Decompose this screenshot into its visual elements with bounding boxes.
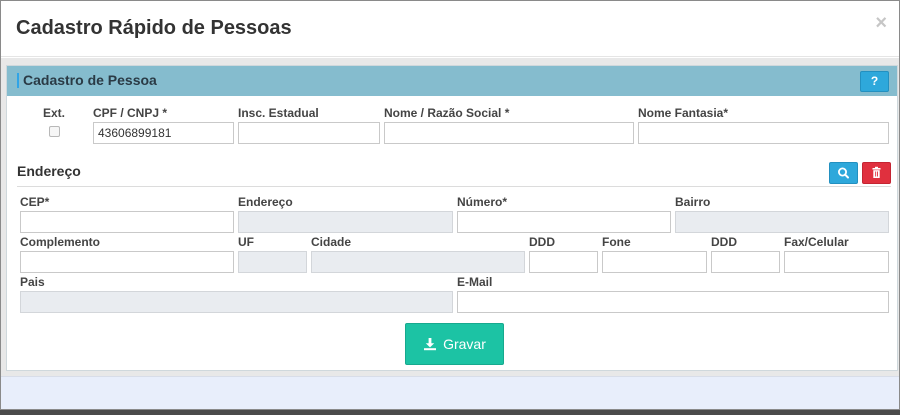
modal-body: Cadastro de Pessoa ? Ext. CPF / CNPJ * 4… [1, 58, 899, 376]
pais-input[interactable] [20, 291, 453, 313]
complemento-label: Complemento [20, 235, 101, 249]
fantasia-label: Nome Fantasia* [638, 106, 729, 120]
endereco-label: Endereço [238, 195, 293, 209]
ddd-label: DDD [529, 235, 555, 249]
search-address-button[interactable] [829, 162, 858, 184]
panel-title: Cadastro de Pessoa [23, 72, 157, 88]
address-section-title: Endereço [17, 163, 81, 179]
complemento-input[interactable] [20, 251, 234, 273]
close-icon[interactable]: × [875, 12, 887, 35]
fone-input[interactable] [602, 251, 707, 273]
heading-accent [17, 73, 19, 88]
ddd2-label: DDD [711, 235, 737, 249]
fax-celular-input[interactable] [784, 251, 889, 273]
bairro-input[interactable] [675, 211, 889, 233]
uf-label: UF [238, 235, 254, 249]
cep-label: CEP* [20, 195, 50, 209]
nome-fantasia-input[interactable] [638, 122, 889, 144]
modal-header: Cadastro Rápido de Pessoas × [1, 1, 899, 57]
person-panel: Cadastro de Pessoa ? Ext. CPF / CNPJ * 4… [6, 65, 898, 371]
fax-label: Fax/Celular [784, 235, 849, 249]
ext-label: Ext. [43, 106, 66, 120]
modal-footer [1, 376, 899, 409]
uf-input[interactable] [238, 251, 307, 273]
save-button[interactable]: Gravar [405, 323, 504, 365]
inscricao-label: Insc. Estadual [238, 106, 319, 120]
cidade-input[interactable] [311, 251, 525, 273]
email-input[interactable] [457, 291, 889, 313]
download-icon [424, 338, 437, 351]
trash-icon [872, 166, 881, 178]
ddd-fax-input[interactable] [711, 251, 780, 273]
fone-label: Fone [602, 235, 631, 249]
ddd-input[interactable] [529, 251, 598, 273]
section-divider [17, 186, 891, 187]
inscricao-estadual-input[interactable] [238, 122, 380, 144]
cep-input[interactable] [20, 211, 234, 233]
bairro-label: Bairro [675, 195, 711, 209]
nome-razao-social-input[interactable] [384, 122, 634, 144]
numero-label: Número* [457, 195, 508, 209]
panel-heading: Cadastro de Pessoa ? [7, 66, 897, 96]
endereco-input[interactable] [238, 211, 453, 233]
cidade-label: Cidade [311, 235, 352, 249]
quick-person-registration-modal: Cadastro Rápido de Pessoas × Cadastro de… [0, 0, 900, 410]
email-label: E-Mail [457, 275, 493, 289]
cpf-cnpj-input[interactable]: 43606899181 [93, 122, 234, 144]
ext-checkbox[interactable] [49, 126, 60, 137]
cpf-label: CPF / CNPJ * [93, 106, 168, 120]
numero-input[interactable] [457, 211, 671, 233]
help-button[interactable]: ? [860, 71, 889, 92]
clear-address-button[interactable] [862, 162, 891, 184]
nome-label: Nome / Razão Social * [384, 106, 510, 120]
pais-label: Pais [20, 275, 45, 289]
save-button-label: Gravar [443, 336, 486, 352]
search-icon [837, 167, 849, 179]
backdrop-strip [0, 410, 900, 415]
modal-title: Cadastro Rápido de Pessoas [16, 17, 292, 39]
